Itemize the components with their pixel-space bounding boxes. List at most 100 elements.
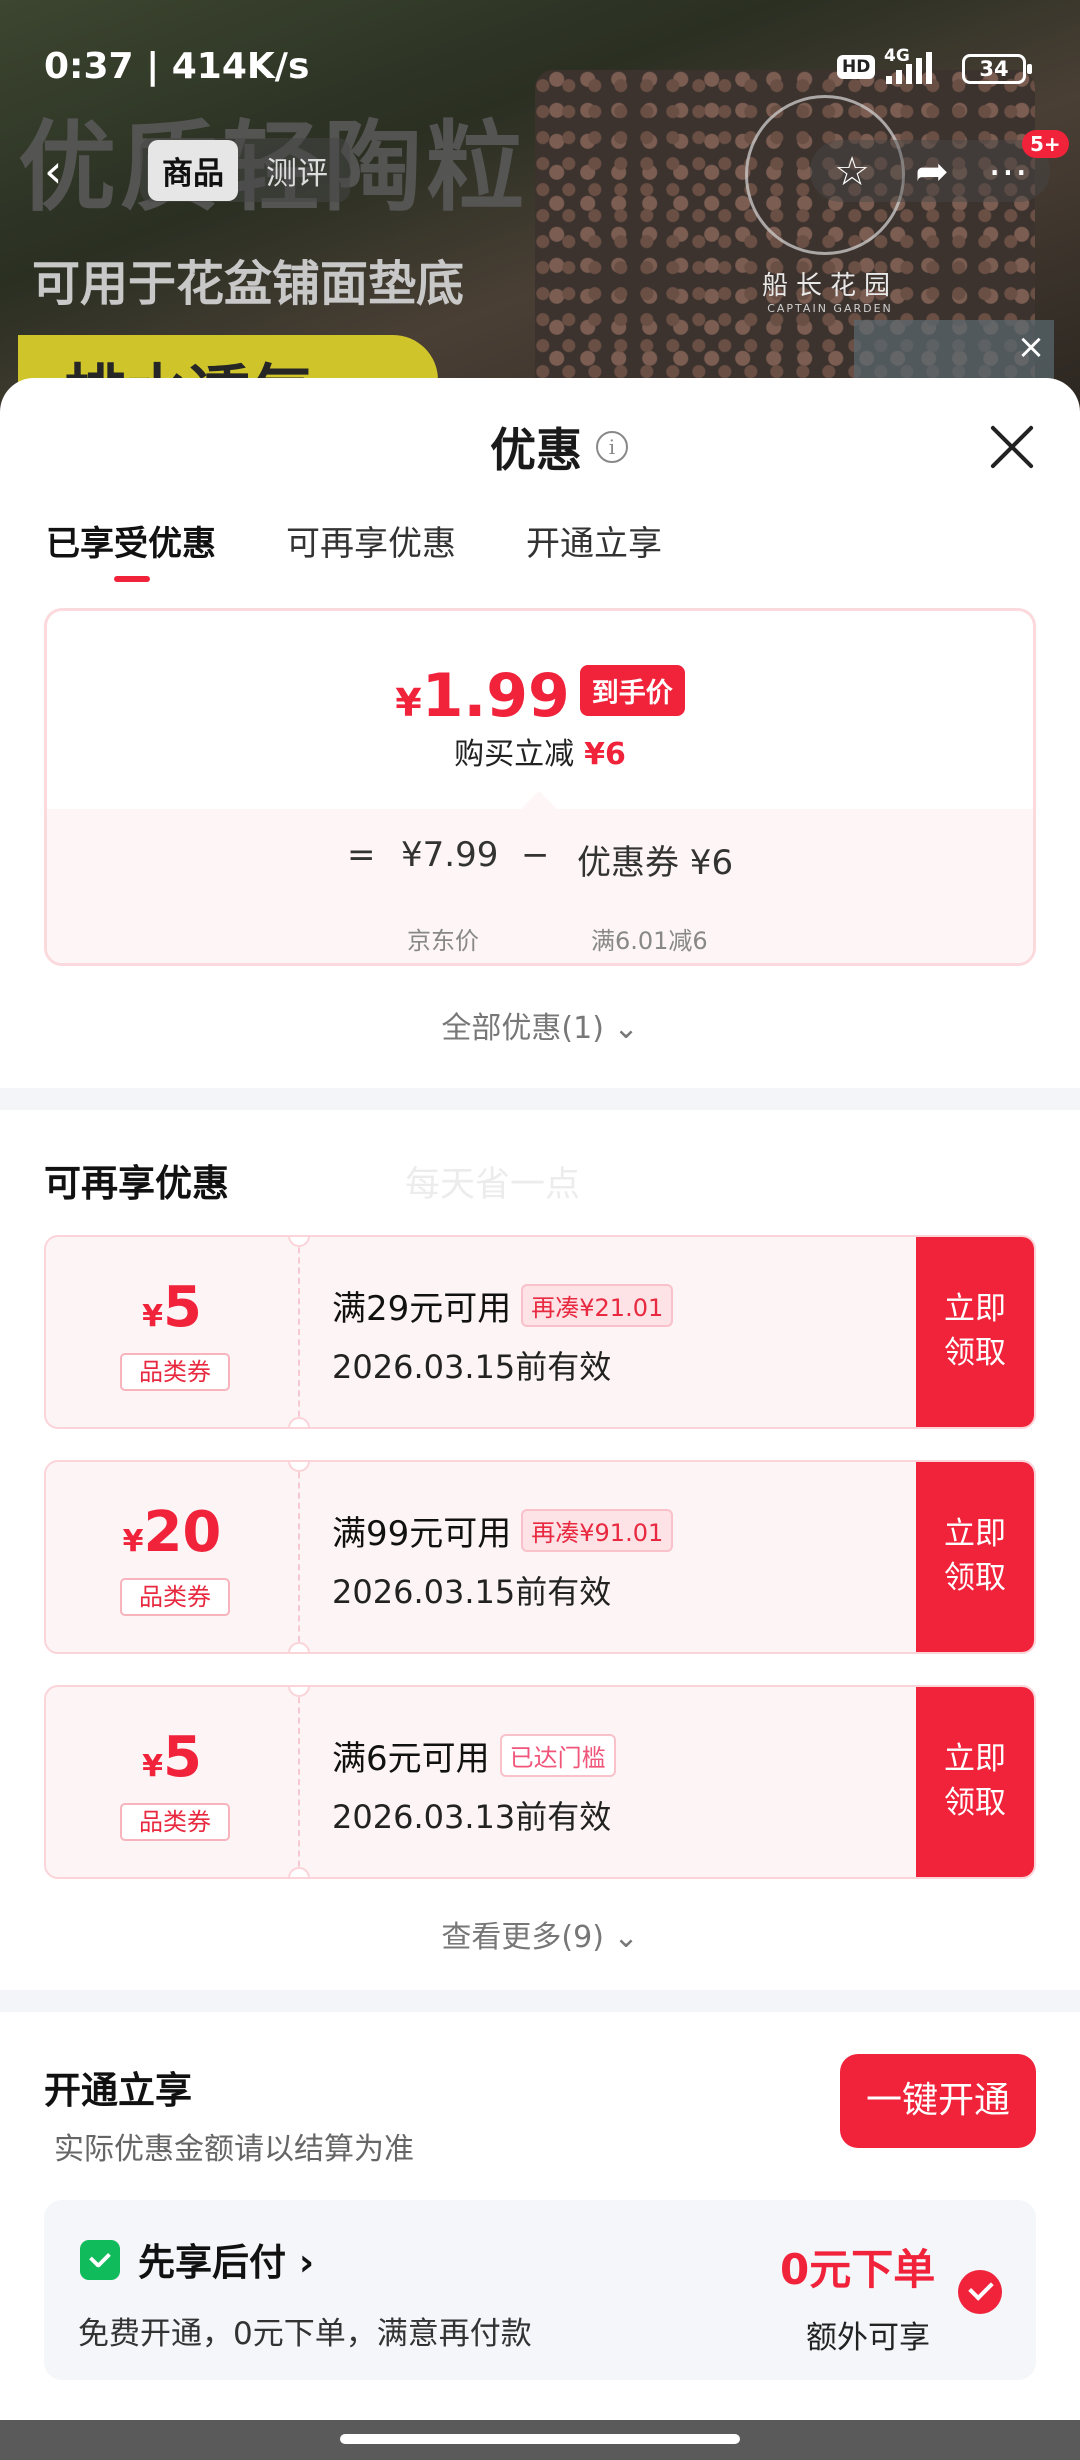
chevron-right-icon: › bbox=[298, 2241, 315, 2284]
coupon-details: 满6元可用 已达门槛 2026.03.13前有效 bbox=[332, 1731, 616, 1838]
coupon-currency: ¥ bbox=[122, 1524, 144, 1559]
instant-discount-value: ¥6 bbox=[584, 737, 626, 772]
navigation-bar bbox=[0, 2420, 1080, 2460]
section-divider bbox=[0, 1990, 1080, 2012]
checked-icon[interactable] bbox=[958, 2270, 1002, 2314]
shopping-bag-icon bbox=[80, 2240, 120, 2280]
discount-sheet: 优惠 i 已享受优惠 可再享优惠 开通立享 ¥1.99 到手价 购买立减 ¥6 = … bbox=[0, 378, 1080, 2420]
coupon-value: ¥20 bbox=[46, 1500, 298, 1565]
product-subline: 可用于花盆铺面垫底 bbox=[32, 256, 465, 312]
status-time: 0:37 | 414K/s bbox=[44, 46, 310, 87]
all-discounts-link[interactable]: 全部优惠(1) ⌄ bbox=[0, 1003, 1080, 1047]
coupon-notch bbox=[288, 1867, 310, 1877]
message-badge: 5+ bbox=[1022, 130, 1069, 158]
coupon-details: 满29元可用 再凑¥21.01 2026.03.15前有效 bbox=[332, 1281, 674, 1388]
instant-discount: 购买立减 ¥6 bbox=[47, 729, 1033, 773]
bnpl-description: 免费开通，0元下单，满意再付款 bbox=[78, 2316, 532, 2352]
instant-discount-label: 购买立减 bbox=[454, 737, 575, 772]
chevron-down-icon: ⌄ bbox=[613, 1011, 639, 1046]
claim-label-line1: 立即 bbox=[944, 1741, 1006, 1777]
more-icon[interactable]: ⋯ bbox=[986, 150, 1030, 194]
coupon-condition: 满6元可用 bbox=[332, 1739, 490, 1779]
coupon-value-area: ¥5 品类券 bbox=[46, 1687, 298, 1877]
close-icon[interactable] bbox=[988, 422, 1036, 470]
view-more-link[interactable]: 查看更多(9) ⌄ bbox=[0, 1912, 1080, 1956]
brand-logo-text: 船长花园 bbox=[761, 271, 898, 301]
coupon-card: ¥20 品类券 满99元可用 再凑¥91.01 2026.03.15前有效 立即领… bbox=[44, 1460, 1036, 1654]
minus-sign: − bbox=[521, 835, 550, 875]
coupon-notch bbox=[288, 1642, 310, 1652]
hd-icon: HD bbox=[837, 55, 876, 79]
coupon-validity: 2026.03.15前有效 bbox=[332, 1573, 612, 1611]
jd-price: ¥7.99 bbox=[401, 835, 499, 875]
claim-coupon-button[interactable]: 立即 领取 bbox=[916, 1687, 1034, 1877]
bnpl-title[interactable]: 先享后付 › bbox=[138, 2232, 314, 2286]
coupon-type-badge: 品类券 bbox=[120, 1353, 230, 1391]
coupon-details: 满99元可用 再凑¥91.01 2026.03.15前有效 bbox=[332, 1506, 674, 1613]
coupon-validity: 2026.03.13前有效 bbox=[332, 1798, 612, 1836]
coupon-amount: 20 bbox=[143, 1500, 222, 1565]
coupon-condition: 满29元可用 bbox=[332, 1289, 512, 1329]
watermark-text: 每天省一点 bbox=[405, 1165, 581, 1205]
coupon-amount: 5 bbox=[162, 1725, 202, 1790]
available-section-title: 可再享优惠 bbox=[44, 1162, 229, 1205]
claim-label-line1: 立即 bbox=[944, 1516, 1006, 1552]
one-click-activate-button[interactable]: 一键开通 bbox=[840, 2054, 1036, 2148]
tab-enjoyed[interactable]: 已享受优惠 bbox=[46, 516, 216, 582]
coupon-validity: 2026.03.15前有效 bbox=[332, 1348, 612, 1386]
claim-label-line2: 领取 bbox=[944, 1335, 1006, 1371]
claim-coupon-button[interactable]: 立即 领取 bbox=[916, 1462, 1034, 1652]
coupon-card: ¥5 品类券 满29元可用 再凑¥21.01 2026.03.15前有效 立即领取 bbox=[44, 1235, 1036, 1429]
coupon-value-area: ¥20 品类券 bbox=[46, 1462, 298, 1652]
product-nav: ‹ 商品 测评 ☆ ➦ ⋯ 5+ bbox=[0, 130, 1080, 210]
final-price-value: 1.99 bbox=[421, 661, 570, 731]
product-nav-tabs: 商品 测评 bbox=[140, 138, 350, 202]
claim-label-line1: 立即 bbox=[944, 1291, 1006, 1327]
sheet-title: 优惠 bbox=[490, 423, 582, 477]
discount-tabs: 已享受优惠 可再享优惠 开通立享 bbox=[46, 516, 662, 582]
coupon-notch bbox=[288, 1417, 310, 1427]
coupon-amount: 5 bbox=[162, 1275, 202, 1340]
price-summary-card: ¥1.99 到手价 购买立减 ¥6 = ¥7.99 − 优惠券 ¥6 京东价 满6.… bbox=[44, 608, 1036, 966]
share-icon[interactable]: ➦ bbox=[910, 150, 954, 194]
all-discounts-label: 全部优惠(1) bbox=[441, 1011, 604, 1046]
nav-actions: ☆ ➦ ⋯ bbox=[810, 140, 1050, 202]
activate-section-title: 开通立享 bbox=[44, 2069, 192, 2112]
final-price-tag: 到手价 bbox=[579, 665, 685, 716]
info-icon[interactable]: i bbox=[596, 431, 628, 463]
coupon-perforation bbox=[298, 1462, 300, 1652]
coupon-card: ¥5 品类券 满6元可用 已达门槛 2026.03.13前有效 立即领取 bbox=[44, 1685, 1036, 1879]
extra-benefit-label: 额外可享 bbox=[806, 2320, 930, 2356]
coupon-perforation bbox=[298, 1237, 300, 1427]
coupon-type-badge: 品类券 bbox=[120, 1578, 230, 1616]
star-icon[interactable]: ☆ bbox=[830, 150, 874, 194]
claim-label-line2: 领取 bbox=[944, 1560, 1006, 1596]
coupon-currency: ¥ bbox=[142, 1749, 163, 1784]
bnpl-title-label: 先享后付 bbox=[138, 2241, 286, 2284]
tab-product[interactable]: 商品 bbox=[148, 139, 238, 201]
jd-price-label: 京东价 bbox=[407, 927, 479, 955]
back-icon[interactable]: ‹ bbox=[44, 148, 84, 198]
coupon-threshold-badge: 已达门槛 bbox=[499, 1734, 616, 1777]
ad-close-icon[interactable]: × bbox=[1010, 326, 1052, 368]
coupon-rule-label: 满6.01减6 bbox=[591, 927, 708, 955]
claim-coupon-button[interactable]: 立即 领取 bbox=[916, 1237, 1034, 1427]
signal-icon bbox=[886, 52, 932, 84]
coupon-currency: ¥ bbox=[142, 1299, 163, 1334]
tab-available[interactable]: 可再享优惠 bbox=[286, 516, 456, 565]
coupon-value: ¥5 bbox=[46, 1275, 298, 1340]
final-price: ¥1.99 到手价 bbox=[47, 661, 1033, 731]
claim-label-line2: 领取 bbox=[944, 1785, 1006, 1821]
battery-icon: 34 bbox=[962, 54, 1032, 84]
coupon-gap-badge: 再凑¥91.01 bbox=[521, 1509, 674, 1552]
equals-sign: = bbox=[347, 835, 376, 875]
tab-review[interactable]: 测评 bbox=[252, 140, 342, 201]
buy-now-pay-later-card[interactable]: 先享后付 › 免费开通，0元下单，满意再付款 0元下单 额外可享 bbox=[44, 2200, 1036, 2380]
activate-section-subtitle: 实际优惠金额请以结算为准 bbox=[54, 2132, 414, 2167]
currency-symbol: ¥ bbox=[395, 681, 422, 725]
status-bar: 0:37 | 414K/s HD 4G 34 bbox=[0, 0, 1080, 130]
tab-activate[interactable]: 开通立享 bbox=[526, 516, 662, 565]
coupon-value: ¥5 bbox=[46, 1725, 298, 1790]
coupon-perforation bbox=[298, 1687, 300, 1877]
home-indicator[interactable] bbox=[340, 2434, 740, 2444]
